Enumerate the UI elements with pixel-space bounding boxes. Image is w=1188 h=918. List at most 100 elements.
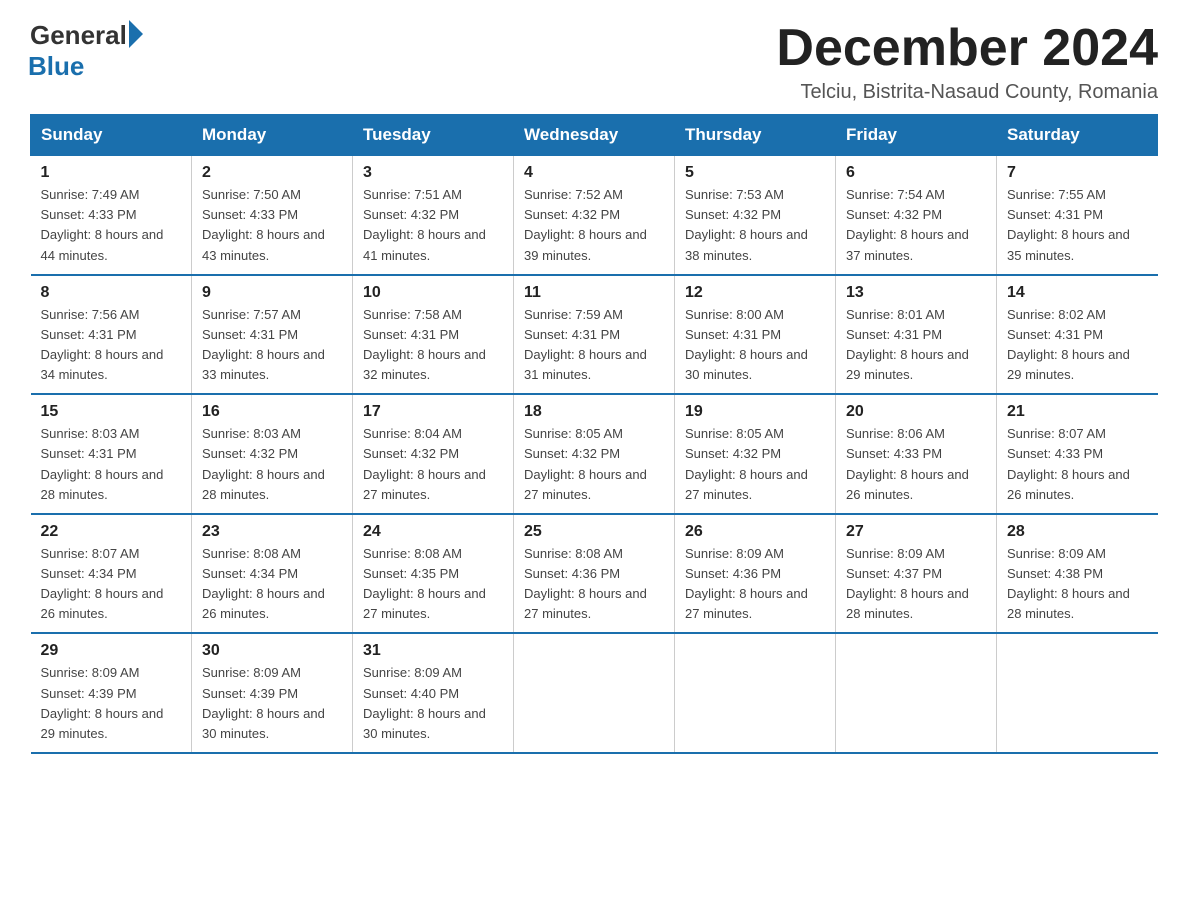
calendar-cell: 12 Sunrise: 8:00 AMSunset: 4:31 PMDaylig… bbox=[675, 275, 836, 395]
day-info: Sunrise: 7:59 AMSunset: 4:31 PMDaylight:… bbox=[524, 307, 647, 382]
day-number: 17 bbox=[363, 403, 503, 421]
day-info: Sunrise: 8:09 AMSunset: 4:39 PMDaylight:… bbox=[202, 665, 325, 740]
weekday-header-thursday: Thursday bbox=[675, 115, 836, 156]
calendar-cell bbox=[675, 633, 836, 753]
weekday-header-row: SundayMondayTuesdayWednesdayThursdayFrid… bbox=[31, 115, 1158, 156]
day-number: 15 bbox=[41, 403, 182, 421]
day-info: Sunrise: 8:06 AMSunset: 4:33 PMDaylight:… bbox=[846, 426, 969, 501]
day-number: 13 bbox=[846, 284, 986, 302]
day-info: Sunrise: 8:02 AMSunset: 4:31 PMDaylight:… bbox=[1007, 307, 1130, 382]
day-info: Sunrise: 7:51 AMSunset: 4:32 PMDaylight:… bbox=[363, 187, 486, 262]
calendar-table: SundayMondayTuesdayWednesdayThursdayFrid… bbox=[30, 114, 1158, 754]
page-header: General Blue December 2024 Telciu, Bistr… bbox=[30, 20, 1158, 104]
calendar-cell: 10 Sunrise: 7:58 AMSunset: 4:31 PMDaylig… bbox=[353, 275, 514, 395]
day-number: 22 bbox=[41, 523, 182, 541]
day-info: Sunrise: 8:09 AMSunset: 4:40 PMDaylight:… bbox=[363, 665, 486, 740]
day-number: 24 bbox=[363, 523, 503, 541]
day-info: Sunrise: 8:03 AMSunset: 4:31 PMDaylight:… bbox=[41, 426, 164, 501]
day-number: 14 bbox=[1007, 284, 1148, 302]
day-info: Sunrise: 7:54 AMSunset: 4:32 PMDaylight:… bbox=[846, 187, 969, 262]
day-info: Sunrise: 8:05 AMSunset: 4:32 PMDaylight:… bbox=[685, 426, 808, 501]
weekday-header-tuesday: Tuesday bbox=[353, 115, 514, 156]
calendar-week-row: 22 Sunrise: 8:07 AMSunset: 4:34 PMDaylig… bbox=[31, 514, 1158, 634]
calendar-subtitle: Telciu, Bistrita-Nasaud County, Romania bbox=[776, 81, 1158, 104]
day-info: Sunrise: 7:57 AMSunset: 4:31 PMDaylight:… bbox=[202, 307, 325, 382]
day-number: 2 bbox=[202, 164, 342, 182]
day-info: Sunrise: 8:08 AMSunset: 4:35 PMDaylight:… bbox=[363, 546, 486, 621]
weekday-header-saturday: Saturday bbox=[997, 115, 1158, 156]
logo-triangle-icon bbox=[129, 20, 143, 48]
day-number: 4 bbox=[524, 164, 664, 182]
day-number: 8 bbox=[41, 284, 182, 302]
calendar-cell: 15 Sunrise: 8:03 AMSunset: 4:31 PMDaylig… bbox=[31, 394, 192, 514]
day-number: 21 bbox=[1007, 403, 1148, 421]
calendar-title: December 2024 bbox=[776, 20, 1158, 77]
logo-blue-text: Blue bbox=[28, 51, 84, 82]
day-number: 1 bbox=[41, 164, 182, 182]
calendar-cell: 9 Sunrise: 7:57 AMSunset: 4:31 PMDayligh… bbox=[192, 275, 353, 395]
calendar-cell: 8 Sunrise: 7:56 AMSunset: 4:31 PMDayligh… bbox=[31, 275, 192, 395]
calendar-week-row: 1 Sunrise: 7:49 AMSunset: 4:33 PMDayligh… bbox=[31, 156, 1158, 275]
calendar-cell: 5 Sunrise: 7:53 AMSunset: 4:32 PMDayligh… bbox=[675, 156, 836, 275]
calendar-cell: 28 Sunrise: 8:09 AMSunset: 4:38 PMDaylig… bbox=[997, 514, 1158, 634]
day-info: Sunrise: 7:49 AMSunset: 4:33 PMDaylight:… bbox=[41, 187, 164, 262]
title-section: December 2024 Telciu, Bistrita-Nasaud Co… bbox=[776, 20, 1158, 104]
day-number: 19 bbox=[685, 403, 825, 421]
calendar-cell: 21 Sunrise: 8:07 AMSunset: 4:33 PMDaylig… bbox=[997, 394, 1158, 514]
calendar-cell bbox=[836, 633, 997, 753]
day-info: Sunrise: 8:04 AMSunset: 4:32 PMDaylight:… bbox=[363, 426, 486, 501]
calendar-cell bbox=[997, 633, 1158, 753]
calendar-cell: 14 Sunrise: 8:02 AMSunset: 4:31 PMDaylig… bbox=[997, 275, 1158, 395]
day-number: 25 bbox=[524, 523, 664, 541]
day-info: Sunrise: 8:09 AMSunset: 4:38 PMDaylight:… bbox=[1007, 546, 1130, 621]
day-info: Sunrise: 7:52 AMSunset: 4:32 PMDaylight:… bbox=[524, 187, 647, 262]
day-number: 11 bbox=[524, 284, 664, 302]
calendar-cell: 1 Sunrise: 7:49 AMSunset: 4:33 PMDayligh… bbox=[31, 156, 192, 275]
calendar-cell: 16 Sunrise: 8:03 AMSunset: 4:32 PMDaylig… bbox=[192, 394, 353, 514]
calendar-week-row: 29 Sunrise: 8:09 AMSunset: 4:39 PMDaylig… bbox=[31, 633, 1158, 753]
day-info: Sunrise: 8:07 AMSunset: 4:33 PMDaylight:… bbox=[1007, 426, 1130, 501]
day-info: Sunrise: 8:09 AMSunset: 4:36 PMDaylight:… bbox=[685, 546, 808, 621]
calendar-cell: 19 Sunrise: 8:05 AMSunset: 4:32 PMDaylig… bbox=[675, 394, 836, 514]
calendar-cell: 7 Sunrise: 7:55 AMSunset: 4:31 PMDayligh… bbox=[997, 156, 1158, 275]
calendar-cell: 25 Sunrise: 8:08 AMSunset: 4:36 PMDaylig… bbox=[514, 514, 675, 634]
logo-general-text: General bbox=[30, 20, 127, 51]
day-info: Sunrise: 8:08 AMSunset: 4:34 PMDaylight:… bbox=[202, 546, 325, 621]
day-number: 18 bbox=[524, 403, 664, 421]
day-number: 30 bbox=[202, 642, 342, 660]
day-number: 6 bbox=[846, 164, 986, 182]
calendar-body: 1 Sunrise: 7:49 AMSunset: 4:33 PMDayligh… bbox=[31, 156, 1158, 753]
day-number: 16 bbox=[202, 403, 342, 421]
day-info: Sunrise: 8:08 AMSunset: 4:36 PMDaylight:… bbox=[524, 546, 647, 621]
weekday-header-friday: Friday bbox=[836, 115, 997, 156]
calendar-cell: 6 Sunrise: 7:54 AMSunset: 4:32 PMDayligh… bbox=[836, 156, 997, 275]
day-number: 12 bbox=[685, 284, 825, 302]
calendar-cell: 4 Sunrise: 7:52 AMSunset: 4:32 PMDayligh… bbox=[514, 156, 675, 275]
calendar-cell: 23 Sunrise: 8:08 AMSunset: 4:34 PMDaylig… bbox=[192, 514, 353, 634]
day-number: 5 bbox=[685, 164, 825, 182]
calendar-week-row: 15 Sunrise: 8:03 AMSunset: 4:31 PMDaylig… bbox=[31, 394, 1158, 514]
day-number: 23 bbox=[202, 523, 342, 541]
day-info: Sunrise: 8:09 AMSunset: 4:39 PMDaylight:… bbox=[41, 665, 164, 740]
calendar-cell: 13 Sunrise: 8:01 AMSunset: 4:31 PMDaylig… bbox=[836, 275, 997, 395]
day-number: 7 bbox=[1007, 164, 1148, 182]
day-number: 10 bbox=[363, 284, 503, 302]
calendar-cell: 11 Sunrise: 7:59 AMSunset: 4:31 PMDaylig… bbox=[514, 275, 675, 395]
day-number: 9 bbox=[202, 284, 342, 302]
calendar-cell: 31 Sunrise: 8:09 AMSunset: 4:40 PMDaylig… bbox=[353, 633, 514, 753]
calendar-cell: 22 Sunrise: 8:07 AMSunset: 4:34 PMDaylig… bbox=[31, 514, 192, 634]
weekday-header-monday: Monday bbox=[192, 115, 353, 156]
weekday-header-wednesday: Wednesday bbox=[514, 115, 675, 156]
day-number: 31 bbox=[363, 642, 503, 660]
day-info: Sunrise: 7:50 AMSunset: 4:33 PMDaylight:… bbox=[202, 187, 325, 262]
day-number: 27 bbox=[846, 523, 986, 541]
day-info: Sunrise: 8:03 AMSunset: 4:32 PMDaylight:… bbox=[202, 426, 325, 501]
logo: General Blue bbox=[30, 20, 143, 82]
day-number: 29 bbox=[41, 642, 182, 660]
day-info: Sunrise: 8:09 AMSunset: 4:37 PMDaylight:… bbox=[846, 546, 969, 621]
calendar-header: SundayMondayTuesdayWednesdayThursdayFrid… bbox=[31, 115, 1158, 156]
calendar-cell: 24 Sunrise: 8:08 AMSunset: 4:35 PMDaylig… bbox=[353, 514, 514, 634]
calendar-cell: 30 Sunrise: 8:09 AMSunset: 4:39 PMDaylig… bbox=[192, 633, 353, 753]
calendar-cell: 27 Sunrise: 8:09 AMSunset: 4:37 PMDaylig… bbox=[836, 514, 997, 634]
calendar-cell: 2 Sunrise: 7:50 AMSunset: 4:33 PMDayligh… bbox=[192, 156, 353, 275]
